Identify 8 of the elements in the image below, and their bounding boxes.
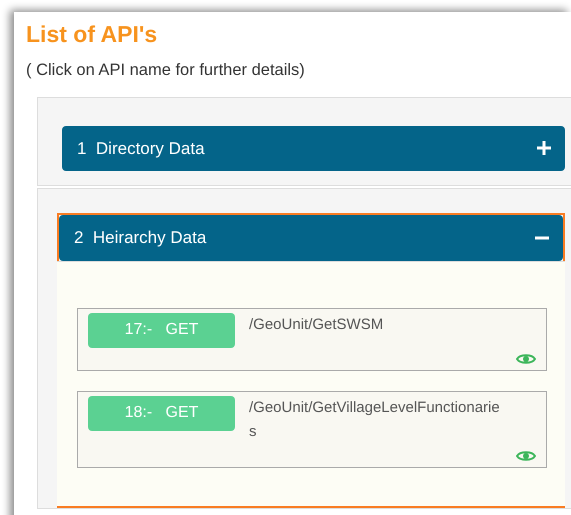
page-title: List of API's xyxy=(26,20,158,49)
eye-icon[interactable] xyxy=(516,352,536,366)
accordion-header[interactable]: 1 Directory Data xyxy=(62,126,565,172)
eye-icon[interactable] xyxy=(516,449,536,464)
endpoint-path[interactable]: /GeoUnit/GetSWSM xyxy=(249,312,506,338)
instruction-text: ( Click on API name for further details) xyxy=(26,60,306,81)
endpoint-path[interactable]: /GeoUnit/GetVillageLevelFunctionaries xyxy=(249,396,506,446)
accordion-header[interactable]: 2 Heirarchy Data xyxy=(59,215,563,261)
